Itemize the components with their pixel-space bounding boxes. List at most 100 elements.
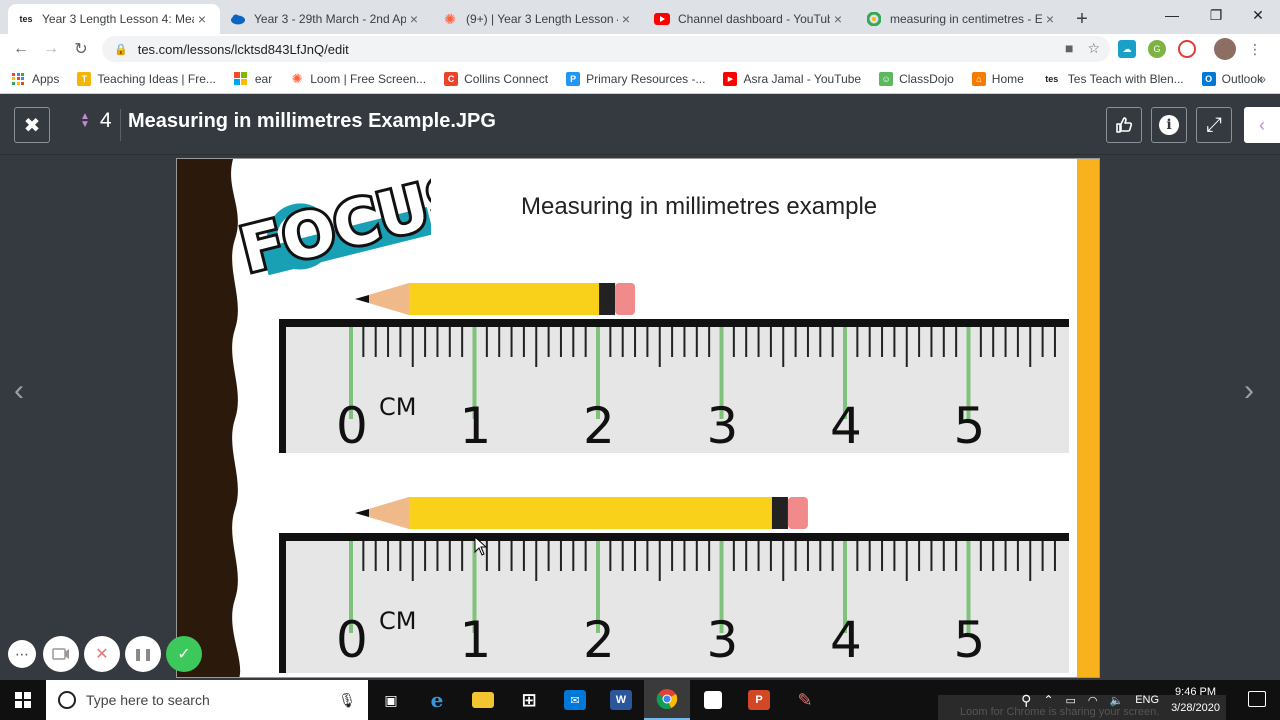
browser-menu-icon[interactable]: ⋮ <box>1248 41 1262 58</box>
ruler-mm-tick <box>979 541 982 571</box>
ruler-bottom: CM 0 1 2 3 4 5 <box>279 497 1069 673</box>
ruler-mm-tick <box>658 541 661 581</box>
start-button[interactable] <box>0 680 46 720</box>
browser-tab-0[interactable]: tes Year 3 Length Lesson 4: Measu × <box>8 4 220 34</box>
bookmarks-more-icon[interactable]: » <box>1259 72 1266 86</box>
bookmark-classdojo[interactable]: ☺ ClassDojo <box>879 71 954 86</box>
expand-icon: ⤢ <box>1206 113 1222 136</box>
bookmark-tes[interactable]: tes Tes Teach with Blen... <box>1042 72 1183 86</box>
avatar[interactable] <box>1214 38 1236 60</box>
ruler-mm-tick <box>1053 327 1056 357</box>
close-icon[interactable]: × <box>830 11 846 27</box>
ruler-mm-tick <box>572 327 575 357</box>
recorder-cancel-button[interactable]: ✕ <box>84 636 120 672</box>
ruler-mm-tick <box>609 327 612 357</box>
ruler-mm-tick <box>806 541 809 571</box>
browser-tab-2[interactable]: ✺ (9+) | Year 3 Length Lesson 4: M × <box>432 4 644 34</box>
close-viewer-button[interactable]: ✖ <box>14 107 50 143</box>
bookmark-collins[interactable]: C Collins Connect <box>444 71 548 86</box>
browser-tab-1[interactable]: Year 3 - 29th March - 2nd April × <box>220 4 432 34</box>
bookmark-primary-resources[interactable]: P Primary Resources -... <box>566 71 705 86</box>
powerpoint-icon[interactable]: P <box>736 680 782 720</box>
reload-button[interactable]: ↻ <box>66 34 96 64</box>
ruler-mm-tick <box>547 541 550 571</box>
bookmark-loom[interactable]: ✺ Loom | Free Screen... <box>290 71 426 86</box>
battery-icon[interactable]: ▭ <box>1066 694 1076 707</box>
bookmark-label: Outlook <box>1221 71 1263 86</box>
recorder-done-button[interactable]: ✓ <box>166 636 202 672</box>
close-icon[interactable]: × <box>1042 11 1058 27</box>
system-tray: ⚲ ⌃ ▭ ◠ 🔈 ENG 9:46 PM 3/28/2020 <box>1021 680 1220 720</box>
slide-number[interactable]: ▲ ▼ 4 <box>80 109 112 133</box>
camera-blocked-icon[interactable]: ■ <box>1065 40 1073 57</box>
task-view-icon[interactable]: ▣ <box>368 680 414 720</box>
collapse-panel-button[interactable]: ‹ <box>1244 107 1280 143</box>
fullscreen-button[interactable]: ⤢ <box>1196 107 1232 143</box>
loom-extension-icon[interactable] <box>1178 40 1196 58</box>
ruler-mm-tick <box>411 327 414 367</box>
wifi-icon[interactable]: ◠ <box>1088 694 1098 707</box>
window-close-button[interactable]: ✕ <box>1236 0 1280 30</box>
new-tab-button[interactable]: + <box>1068 4 1096 34</box>
info-button[interactable]: i <box>1151 107 1187 143</box>
bookmark-apps[interactable]: Apps <box>12 72 59 86</box>
pencil-short <box>355 283 636 315</box>
close-icon[interactable]: × <box>194 11 210 27</box>
recorder-camera-button[interactable] <box>43 636 79 672</box>
bookmark-star-icon[interactable]: ☆ <box>1087 40 1100 57</box>
recorder-pause-button[interactable]: ❚❚ <box>125 636 161 672</box>
microphone-icon[interactable]: 🎙 <box>338 692 356 709</box>
volume-icon[interactable]: 🔈 <box>1110 694 1124 707</box>
close-icon[interactable]: × <box>618 11 634 27</box>
bookmark-home[interactable]: ⌂ Home <box>971 71 1024 86</box>
browser-tab-3[interactable]: Channel dashboard - YouTube × <box>644 4 856 34</box>
paint-icon[interactable]: ✎ <box>782 680 828 720</box>
ruler-mm-tick <box>794 541 797 571</box>
ruler-mm-tick <box>535 327 538 367</box>
bookmark-teaching-ideas[interactable]: T Teaching Ideas | Fre... <box>77 71 216 86</box>
sticky-notes-icon[interactable] <box>690 680 736 720</box>
extension-cloud-icon[interactable]: ☁ <box>1118 40 1136 58</box>
file-explorer-icon[interactable] <box>460 680 506 720</box>
ruler-mm-tick <box>448 327 451 357</box>
ruler-mm-tick <box>461 541 464 571</box>
bookmark-ear[interactable]: ear <box>233 72 272 86</box>
ruler-mm-tick <box>1029 327 1032 367</box>
ruler-mm-tick <box>942 541 945 571</box>
header-divider <box>120 109 121 141</box>
like-button[interactable] <box>1106 107 1142 143</box>
chrome-icon[interactable] <box>644 680 690 720</box>
info-icon: i <box>1159 115 1179 135</box>
extension-google-icon[interactable]: G <box>1148 40 1166 58</box>
forward-button[interactable]: → <box>36 34 66 64</box>
store-icon[interactable]: ⊞ <box>506 680 552 720</box>
browser-tab-4[interactable]: measuring in centimetres - Eco × <box>856 4 1068 34</box>
ruler-mm-tick <box>905 327 908 367</box>
teaching-ideas-icon: T <box>77 71 92 86</box>
word-icon[interactable]: W <box>598 680 644 720</box>
taskbar-search[interactable]: Type here to search 🎙 <box>46 680 368 720</box>
ruler-mm-tick <box>634 327 637 357</box>
back-button[interactable]: ← <box>6 34 36 64</box>
address-bar[interactable]: 🔒 tes.com/lessons/lcktsd843LfJnQ/edit ■ … <box>102 36 1110 62</box>
ruler-mm-tick <box>1029 541 1032 581</box>
system-clock[interactable]: 9:46 PM 3/28/2020 <box>1171 684 1220 716</box>
bookmark-outlook[interactable]: O Outlook <box>1201 71 1263 86</box>
bookmark-youtube[interactable]: ▶ Asra Jamal - YouTube <box>723 71 861 86</box>
edge-icon[interactable]: e <box>414 680 460 720</box>
restore-button[interactable]: ❐ <box>1194 0 1238 30</box>
people-icon[interactable]: ⚲ <box>1021 692 1031 709</box>
close-icon[interactable]: × <box>406 11 422 27</box>
chevron-up-icon[interactable]: ⌃ <box>1043 693 1053 707</box>
next-slide-icon[interactable]: › <box>1244 374 1254 408</box>
ruler-mm-tick <box>732 541 735 571</box>
ruler-number: 2 <box>583 397 615 455</box>
ruler-mm-tick <box>930 541 933 571</box>
mail-icon[interactable]: ✉ <box>552 680 598 720</box>
ruler-mm-tick <box>362 541 365 571</box>
previous-slide-icon[interactable]: ‹ <box>14 374 24 408</box>
action-center-icon[interactable] <box>1248 691 1266 707</box>
language-indicator[interactable]: ENG <box>1135 694 1159 706</box>
recorder-more-button[interactable]: ⋯ <box>8 640 36 668</box>
minimize-button[interactable]: — <box>1150 0 1194 30</box>
